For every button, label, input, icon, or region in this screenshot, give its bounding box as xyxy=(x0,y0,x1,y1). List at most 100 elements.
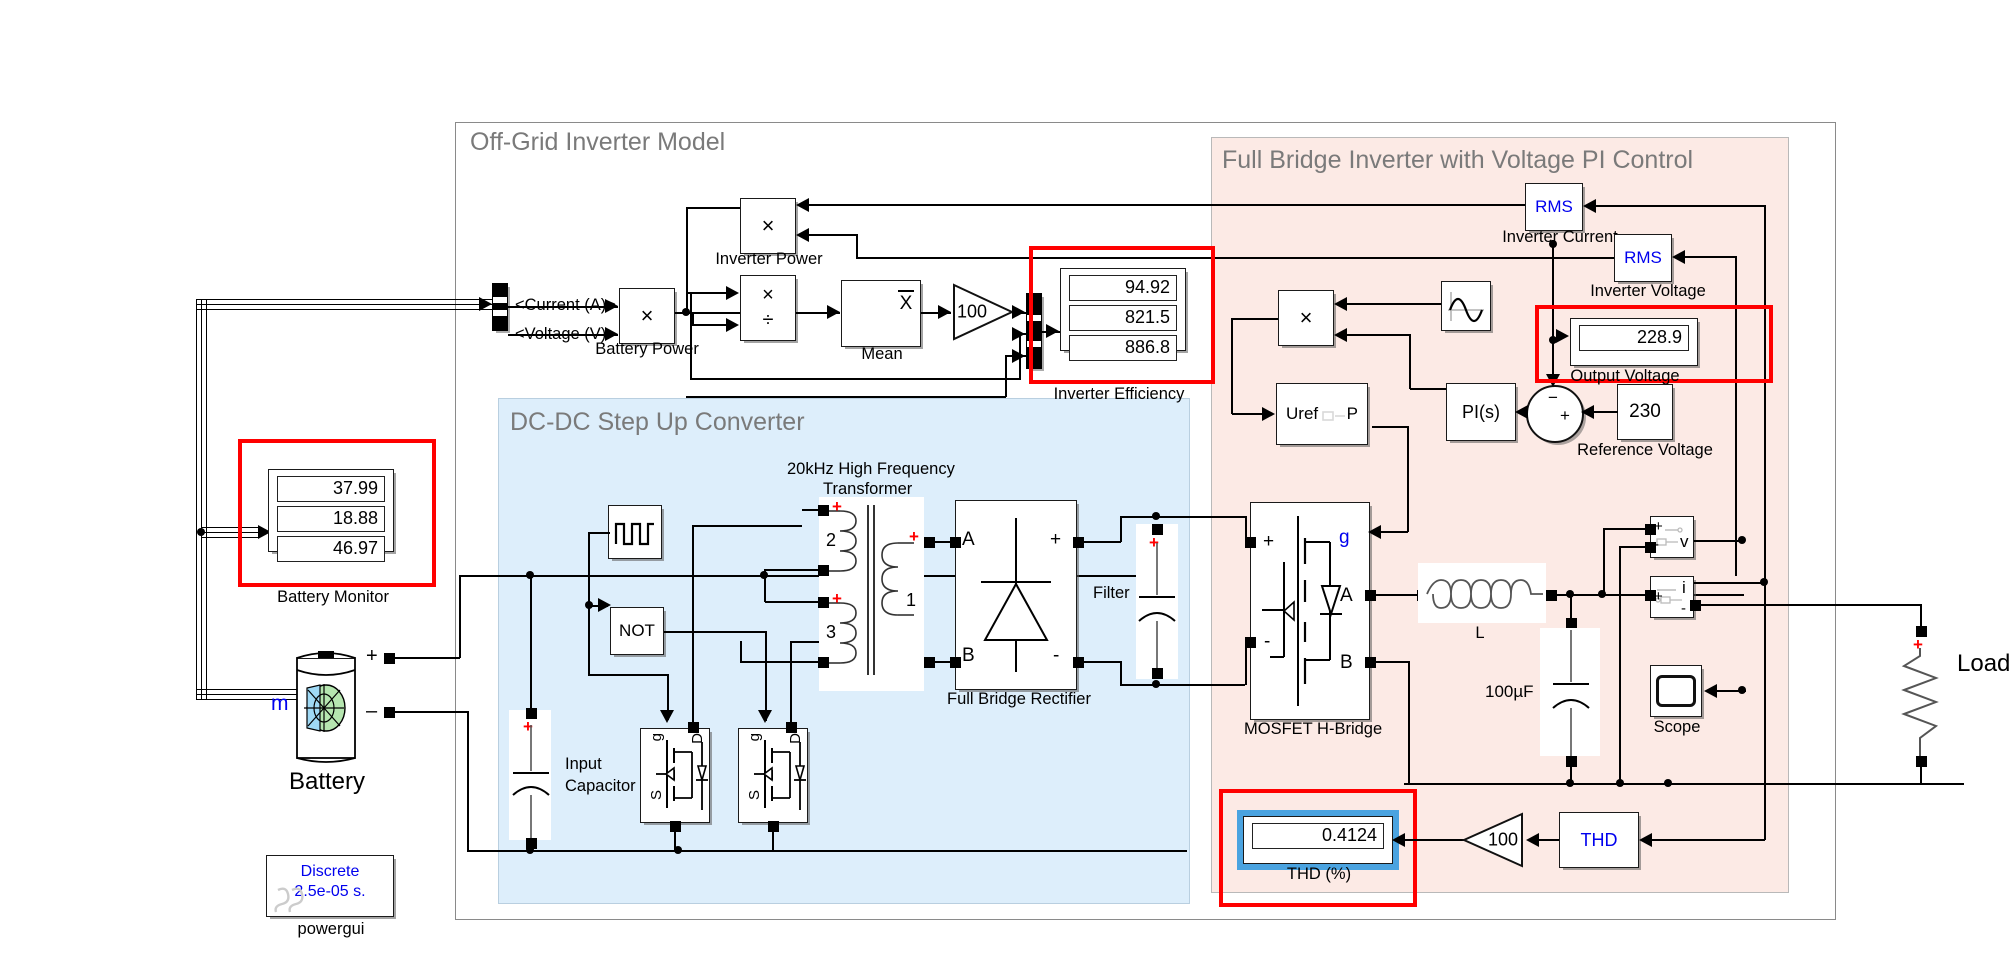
mosfet1-s-label: S xyxy=(648,790,665,801)
thd-block[interactable]: THD xyxy=(1559,812,1639,868)
wire-effmux-in2-down xyxy=(690,292,692,379)
junction-xfmr-center xyxy=(760,571,768,579)
rectifier-port-a-label: A xyxy=(962,529,975,550)
wire-divide-in2-v xyxy=(686,292,688,312)
rectifier-port-minus[interactable] xyxy=(1073,657,1084,668)
hbridge-port-minus[interactable] xyxy=(1245,637,1256,648)
battery-port-minus[interactable] xyxy=(384,707,395,718)
arrow-battery-mux xyxy=(479,297,492,311)
input-capacitor-block[interactable] xyxy=(505,725,557,840)
mosfet2-port-d[interactable] xyxy=(786,722,797,733)
xfmr-port-s-bot[interactable] xyxy=(924,657,935,668)
wire-mos2-s-down xyxy=(772,829,774,851)
display-thd[interactable]: 0.4124 xyxy=(1243,816,1393,864)
voltage-meas-port-plus[interactable] xyxy=(1645,524,1656,535)
powergui-label: powergui xyxy=(297,920,365,938)
wire-voltage-to-battpower xyxy=(508,334,618,336)
current-meas-minus: - xyxy=(1681,600,1686,617)
wire-to-uref-v xyxy=(1231,318,1233,414)
wire-divide-in2-down xyxy=(692,312,694,324)
simulink-canvas[interactable]: Off-Grid Inverter Model Full Bridge Inve… xyxy=(0,0,2014,972)
filter-port-bottom[interactable] xyxy=(1152,668,1163,679)
inductor-block[interactable] xyxy=(1423,568,1547,620)
current-meas-port-plus[interactable] xyxy=(1645,590,1656,601)
wire-load-top-v xyxy=(1920,604,1922,630)
modulation-product-block[interactable]: × xyxy=(1278,290,1334,346)
hbridge-port-plus[interactable] xyxy=(1245,537,1256,548)
xfmr-port-p2-top[interactable] xyxy=(818,505,829,516)
wire-battery-plus-h xyxy=(392,657,460,659)
load-resistor-block[interactable] xyxy=(1894,648,1946,758)
battery-monitor-value-1: 18.88 xyxy=(277,506,385,532)
voltage-meas-port-minus[interactable] xyxy=(1645,542,1656,553)
transformer-block[interactable] xyxy=(810,495,940,695)
load-port-bottom[interactable] xyxy=(1916,756,1927,767)
arrow-mos1-gate xyxy=(660,710,674,723)
arrow-mos2-gate xyxy=(758,710,772,723)
uref-pwm-block[interactable]: Uref P xyxy=(1276,383,1368,445)
hbridge-plus-label: + xyxy=(1263,531,1275,552)
rms-current-block[interactable]: RMS xyxy=(1525,183,1583,231)
junction-vmeas-out xyxy=(1738,536,1746,544)
scope-block[interactable] xyxy=(1650,665,1702,717)
filter-capacitor-block[interactable] xyxy=(1131,543,1183,673)
input-capacitor-label-1: Input xyxy=(565,755,602,773)
battery-power-product-block[interactable]: × xyxy=(619,288,675,344)
wire-battery-minus-v xyxy=(467,711,469,851)
output-capacitor-block[interactable] xyxy=(1545,630,1597,758)
mosfet1-port-d[interactable] xyxy=(688,722,699,733)
wire-not-out xyxy=(664,631,766,633)
battery-monitor-value-2: 46.97 xyxy=(277,536,385,562)
rectifier-port-plus[interactable] xyxy=(1073,537,1084,548)
xfmr-port-p3-bot[interactable] xyxy=(818,657,829,668)
powergui-block[interactable]: Discrete 2.5e-05 s. xyxy=(266,855,394,917)
wire-imeas-out-up xyxy=(1694,582,1764,584)
inverter-power-product-block[interactable]: × xyxy=(740,198,796,254)
hbridge-port-a[interactable] xyxy=(1365,590,1376,601)
full-bridge-rectifier-label: Full Bridge Rectifier xyxy=(947,690,1091,708)
bus-selector-battery[interactable] xyxy=(492,283,508,331)
wire-vmeas-plus-in xyxy=(1604,528,1646,530)
thd-value: 0.4124 xyxy=(1252,823,1384,849)
divide-block[interactable]: × ÷ xyxy=(740,275,796,341)
mean-x-symbol: X xyxy=(899,293,913,314)
wire-product-to-uref xyxy=(1231,318,1278,320)
gain-thd-block[interactable]: 100 xyxy=(1461,812,1524,868)
mosfet2-d-label: D xyxy=(787,733,804,744)
xfmr-port-s-top[interactable] xyxy=(924,537,935,548)
reference-voltage-block[interactable]: 230 xyxy=(1617,384,1673,440)
wire-rect-minus-h xyxy=(1081,661,1121,663)
display-output-voltage[interactable]: 228.9 xyxy=(1570,318,1698,366)
battery-port-plus[interactable] xyxy=(384,653,395,664)
xfmr-port-p3-top[interactable] xyxy=(818,597,829,608)
gain-efficiency-value: 100 xyxy=(956,301,987,322)
mosfet1-port-s[interactable] xyxy=(670,821,681,832)
not-gate-block[interactable]: NOT xyxy=(610,607,664,655)
current-meas-port-minus[interactable] xyxy=(1690,600,1701,611)
sine-wave-block[interactable] xyxy=(1441,281,1491,331)
pi-controller-block[interactable]: PI(s) xyxy=(1446,383,1516,441)
mosfet2-port-s[interactable] xyxy=(768,821,779,832)
rectifier-port-b[interactable] xyxy=(950,657,961,668)
wire-to-inverterpower-h xyxy=(686,207,741,209)
pulse-generator-block[interactable] xyxy=(608,505,662,559)
mean-block[interactable]: X xyxy=(841,280,921,347)
inverter-efficiency-value-0: 94.92 xyxy=(1069,275,1177,301)
thd-display-label: THD (%) xyxy=(1286,865,1352,883)
display-inverter-efficiency[interactable]: 94.92 821.5 886.8 xyxy=(1060,268,1186,361)
rectifier-port-a[interactable] xyxy=(950,537,961,548)
display-battery-monitor[interactable]: 37.99 18.88 46.97 xyxy=(268,469,394,562)
battery-block[interactable] xyxy=(289,648,364,768)
wire-battery-plus-v xyxy=(459,575,461,658)
wire-mos1-s-down xyxy=(674,829,676,851)
xfmr-port-p2-bot[interactable] xyxy=(818,565,829,576)
inverter-efficiency-value-2: 886.8 xyxy=(1069,335,1177,361)
inductor-port-right[interactable] xyxy=(1546,590,1557,601)
outcap-port-bottom[interactable] xyxy=(1566,756,1577,767)
junction-filter-bottom xyxy=(1152,680,1160,688)
wire-effmux-in3-v xyxy=(1005,355,1007,397)
gain-efficiency-block[interactable]: 100 xyxy=(952,283,1015,341)
rms-voltage-block[interactable]: RMS xyxy=(1614,234,1672,282)
hbridge-port-b[interactable] xyxy=(1365,657,1376,668)
wire-sine-to-product xyxy=(1346,303,1441,305)
